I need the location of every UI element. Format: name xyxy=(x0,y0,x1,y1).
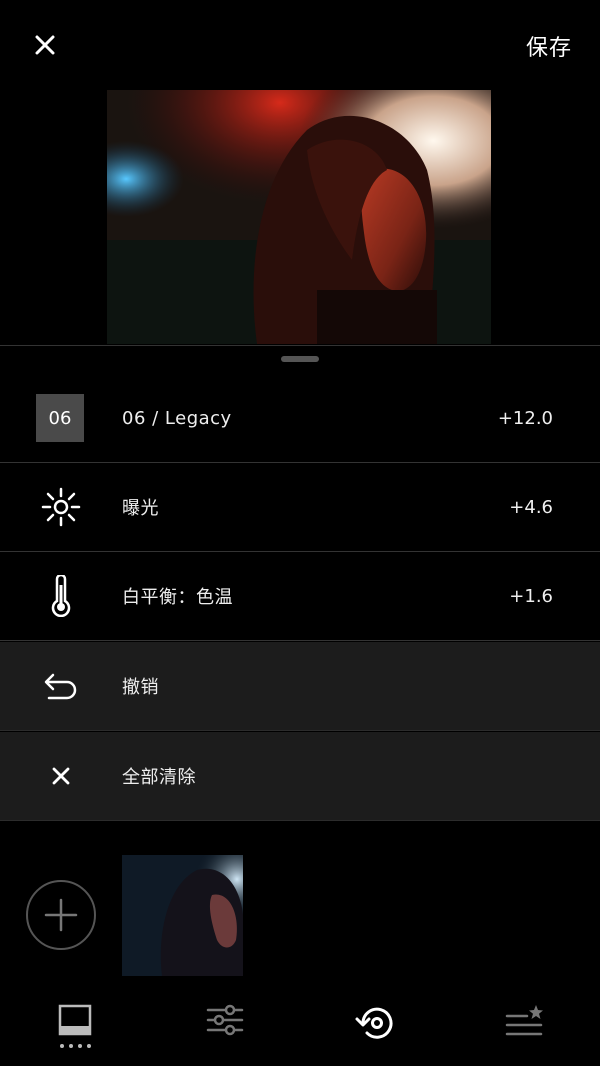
history-thumbnail[interactable] xyxy=(122,855,243,976)
presets-tab[interactable] xyxy=(30,990,120,1056)
save-button[interactable]: 保存 xyxy=(526,30,572,62)
plus-icon xyxy=(44,898,78,932)
action-label: 撤销 xyxy=(122,677,159,698)
divider xyxy=(0,345,600,346)
adjustment-value: +12.0 xyxy=(497,407,553,429)
close-icon xyxy=(35,35,55,55)
photo-preview xyxy=(107,90,491,344)
thermometer-icon xyxy=(51,575,71,617)
presets-icon xyxy=(58,1004,92,1036)
edit-screen: 保存 06 06 / Legacy +12.0 曝光 +4.6 白平衡：色温 +… xyxy=(0,0,600,1066)
drag-handle[interactable] xyxy=(281,356,319,362)
sun-icon xyxy=(41,487,81,527)
sliders-icon xyxy=(206,1004,244,1036)
adjustment-label: 曝光 xyxy=(122,498,159,519)
close-icon xyxy=(52,767,70,785)
history-tab[interactable] xyxy=(330,990,420,1056)
adjustment-row-exposure[interactable]: 曝光 +4.6 xyxy=(0,463,600,552)
history-icon xyxy=(355,1007,393,1039)
add-button[interactable] xyxy=(26,880,96,950)
recipes-icon xyxy=(505,1005,543,1036)
preset-badge: 06 xyxy=(36,394,84,442)
tools-tab[interactable] xyxy=(180,990,270,1056)
close-button[interactable] xyxy=(28,28,62,62)
undo-icon xyxy=(44,673,77,700)
adjustment-value: +1.6 xyxy=(509,585,553,607)
undo-button[interactable]: 撤销 xyxy=(0,642,600,731)
page-indicator xyxy=(59,1044,91,1048)
adjustment-value: +4.6 xyxy=(509,496,553,518)
recipes-tab[interactable] xyxy=(480,990,570,1056)
adjustment-row-preset[interactable]: 06 06 / Legacy +12.0 xyxy=(0,374,600,463)
adjustment-label: 06 / Legacy xyxy=(122,407,232,429)
bottom-toolbar xyxy=(0,990,600,1066)
adjustment-label: 白平衡：色温 xyxy=(122,587,233,608)
action-label: 全部清除 xyxy=(122,767,196,788)
clear-all-button[interactable]: 全部清除 xyxy=(0,732,600,821)
adjustment-row-white-balance[interactable]: 白平衡：色温 +1.6 xyxy=(0,552,600,641)
